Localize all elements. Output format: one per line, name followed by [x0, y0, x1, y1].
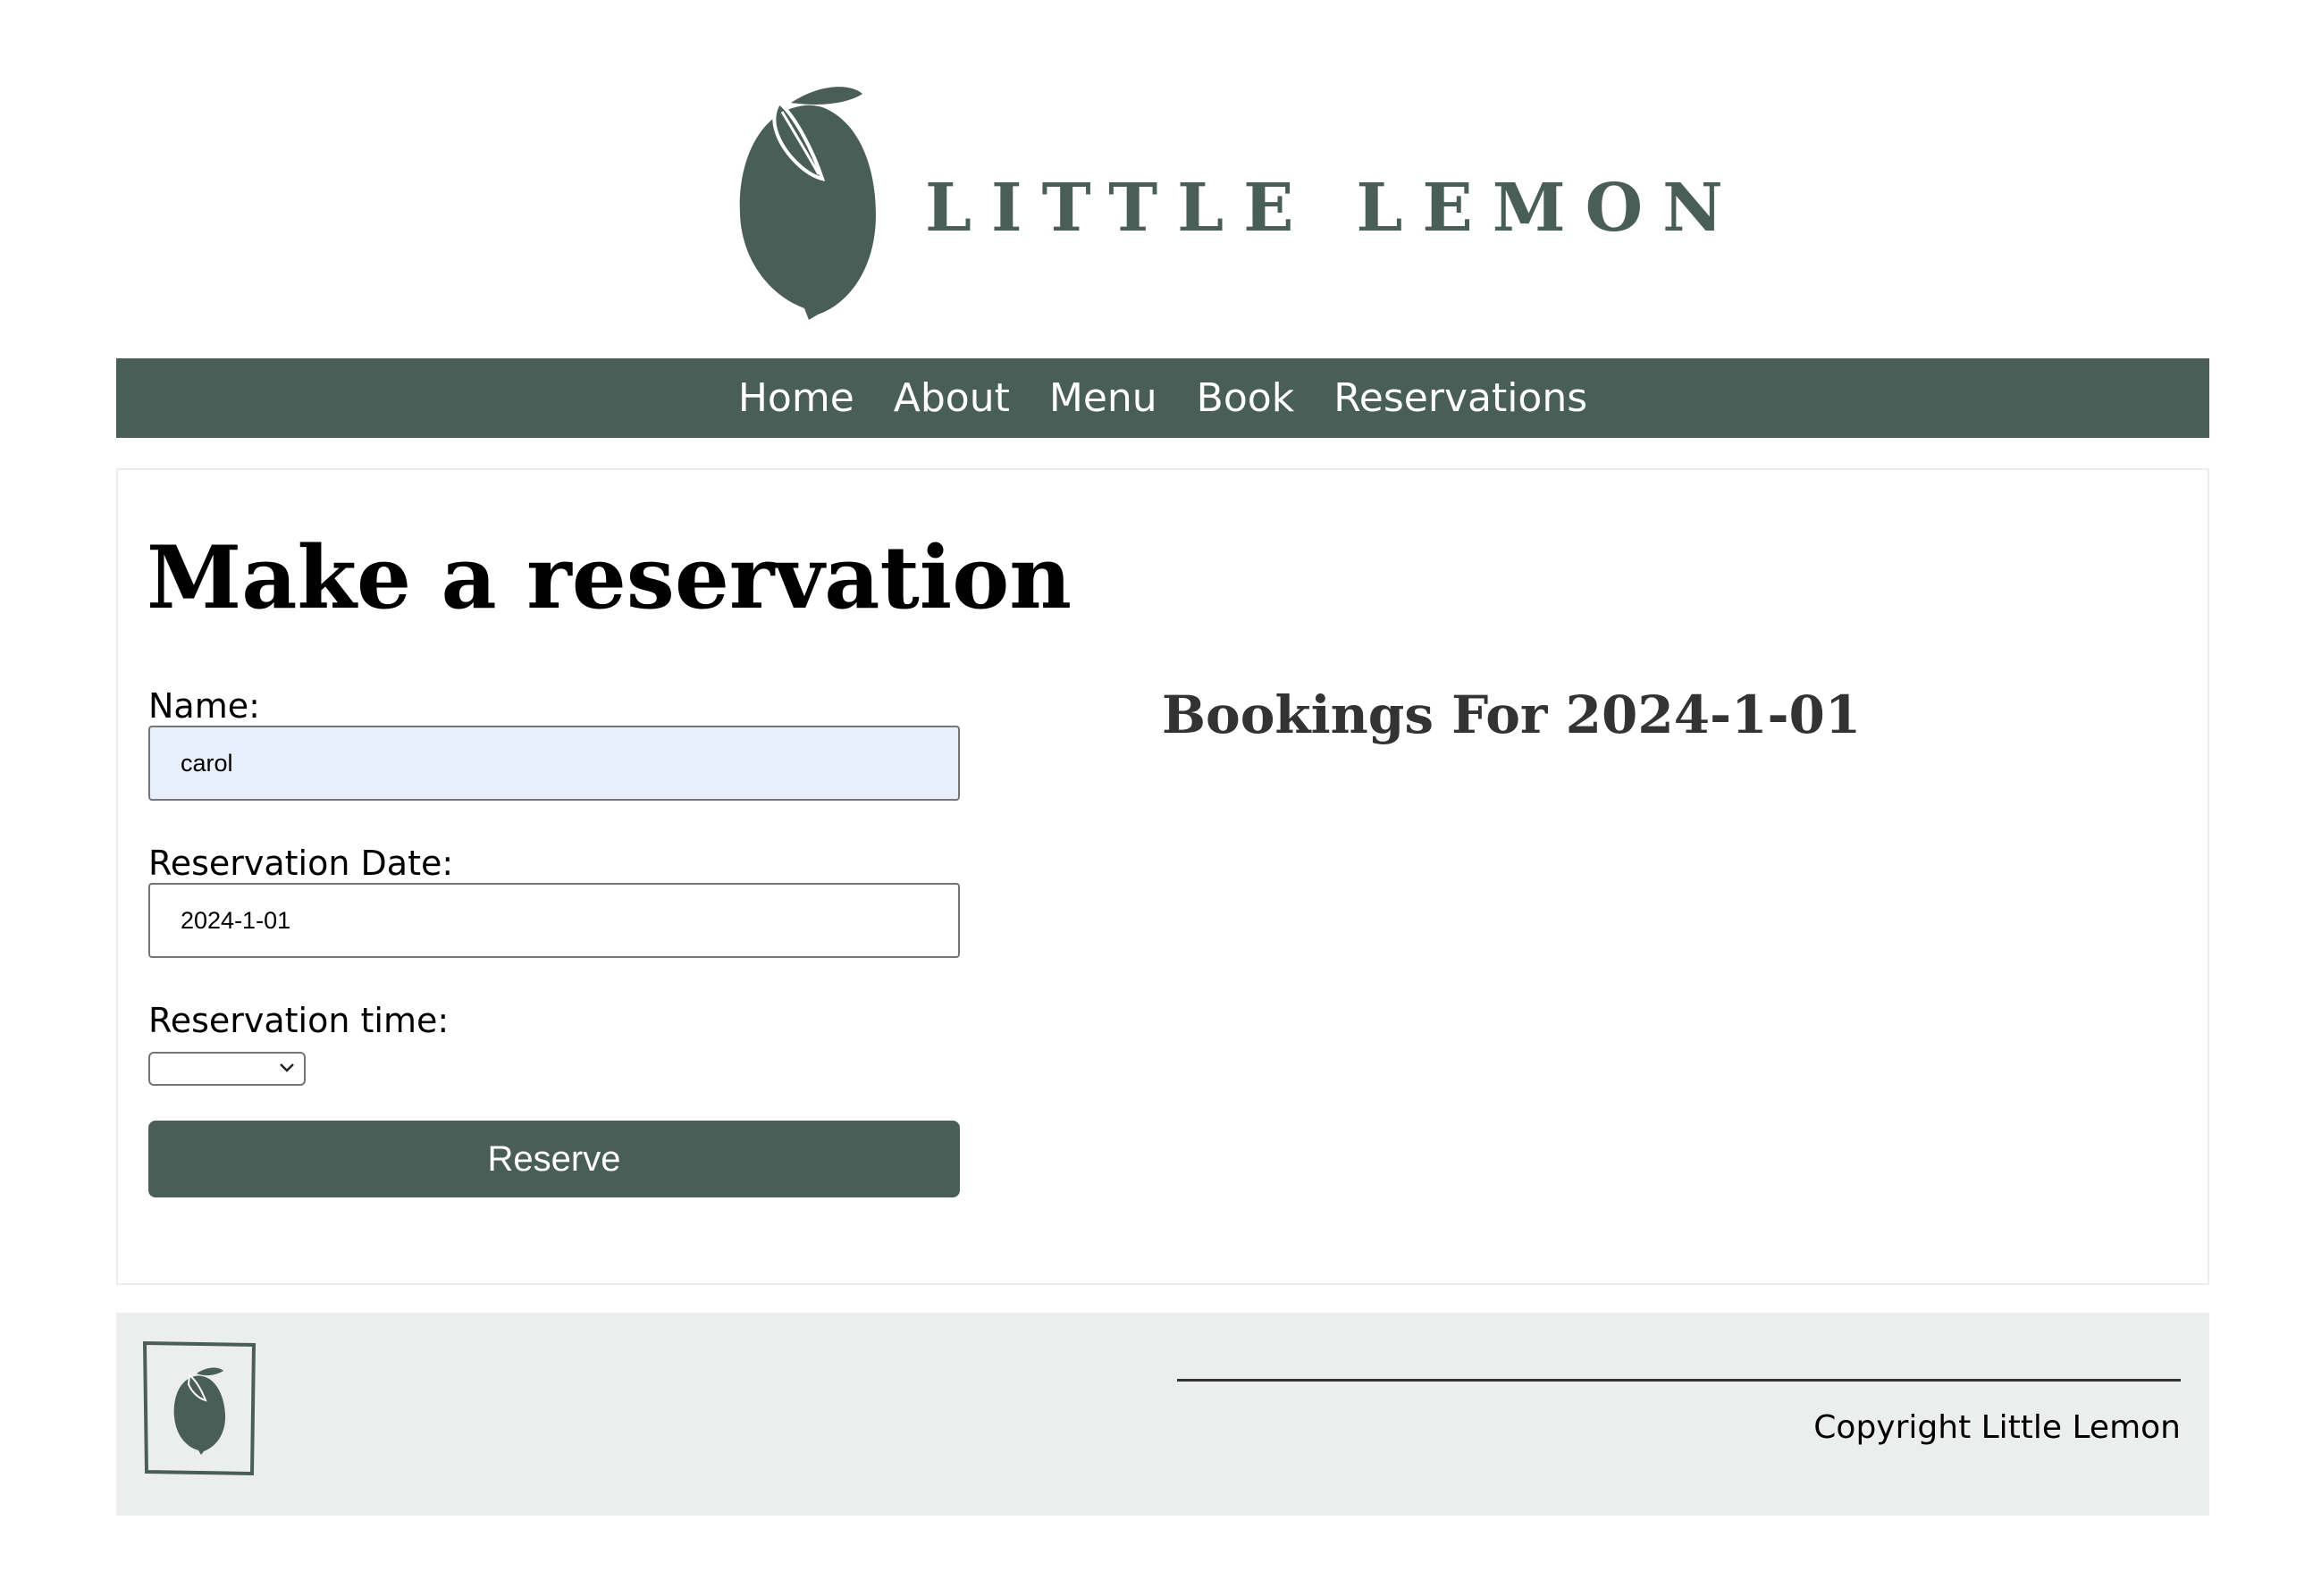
- date-input[interactable]: [148, 883, 960, 958]
- nav-item-about[interactable]: About: [894, 375, 1010, 421]
- footer-logo-icon[interactable]: [143, 1341, 256, 1475]
- reservation-panel: Make a reservation Name: Reservation Dat…: [116, 468, 2209, 1285]
- name-label: Name:: [148, 686, 260, 726]
- page-title: Make a reservation: [147, 527, 1072, 628]
- time-select[interactable]: [148, 1052, 306, 1086]
- footer-divider: [1177, 1379, 2181, 1382]
- site-footer: Copyright Little Lemon: [116, 1313, 2209, 1516]
- site-header: LITTLE LEMON: [0, 0, 2313, 357]
- name-input[interactable]: [148, 726, 960, 801]
- copyright-text: Copyright Little Lemon: [1813, 1409, 2181, 1446]
- main-nav: Home About Menu Book Reservations: [116, 358, 2209, 438]
- nav-item-home[interactable]: Home: [738, 375, 854, 421]
- bookings-title: Bookings For 2024-1-01: [1162, 685, 1862, 745]
- nav-item-book[interactable]: Book: [1197, 375, 1295, 421]
- reserve-button[interactable]: Reserve: [148, 1121, 960, 1197]
- brand-name: LITTLE LEMON: [925, 170, 1743, 247]
- nav-item-reservations[interactable]: Reservations: [1333, 375, 1587, 421]
- nav-item-menu[interactable]: Menu: [1049, 375, 1157, 421]
- site-logo[interactable]: LITTLE LEMON: [733, 80, 1723, 331]
- lemon-icon: [739, 87, 876, 320]
- chevron-down-icon: [280, 1063, 294, 1072]
- date-label: Reservation Date:: [148, 844, 454, 883]
- time-label: Reservation time:: [148, 1001, 450, 1040]
